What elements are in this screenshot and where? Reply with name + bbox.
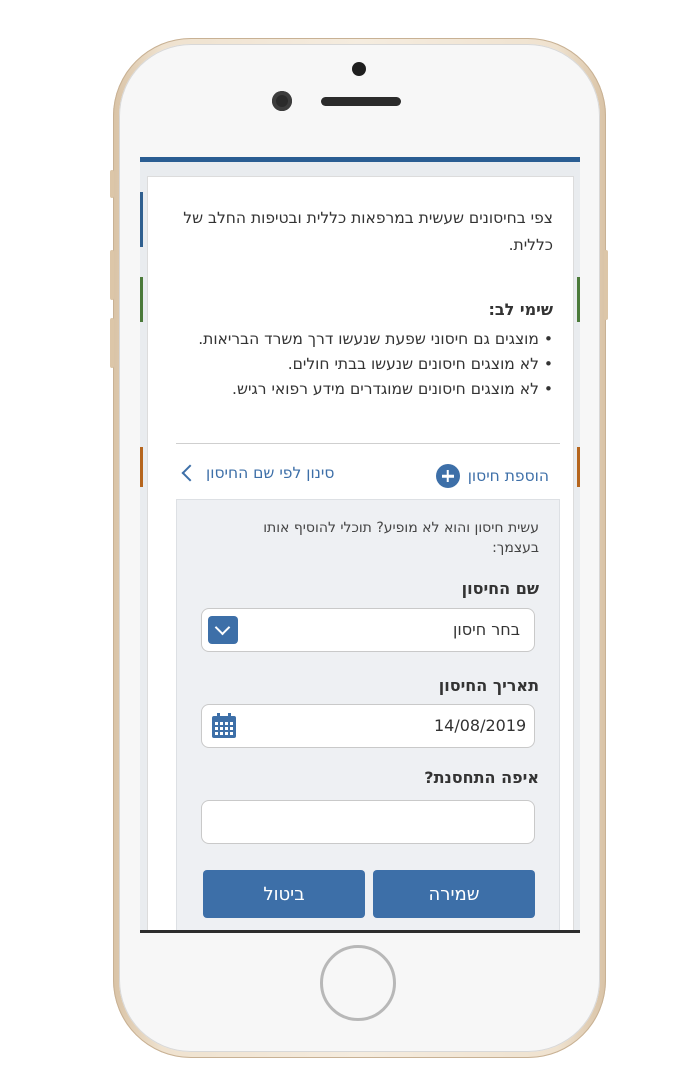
intro-text: צפי בחיסונים שעשית במרפאות כללית ובטיפות…: [183, 209, 553, 254]
notice-item: לא מוצגים חיסונים שמוגדרים מידע רפואי רג…: [153, 377, 553, 402]
add-vaccine-form: עשית חיסון והוא לא מופיע? תוכלי להוסיף א…: [176, 499, 560, 932]
front-camera-icon: [272, 91, 292, 111]
earpiece-speaker: [321, 97, 401, 106]
add-vaccine-button[interactable]: הוספת חיסון: [435, 464, 549, 488]
cancel-button[interactable]: ביטול: [203, 870, 365, 918]
vaccine-name-label: שם החיסון: [461, 579, 539, 598]
chevron-left-icon: [181, 464, 199, 482]
notice-list: מוצגים גם חיסוני שפעת שנעשו דרך משרד הבר…: [153, 327, 553, 402]
mute-switch: [110, 170, 114, 198]
notice-item: מוצגים גם חיסוני שפעת שנעשו דרך משרד הבר…: [153, 327, 553, 352]
volume-down-button: [110, 318, 114, 368]
location-input[interactable]: [201, 800, 535, 844]
side-accent-left-3: [140, 447, 143, 487]
save-button[interactable]: שמירה: [373, 870, 535, 918]
notice-title: שימי לב:: [488, 300, 553, 319]
chevron-down-icon: [214, 619, 231, 636]
filter-by-name-button[interactable]: סינון לפי שם החיסון: [180, 464, 334, 482]
proximity-sensor: [352, 62, 366, 76]
side-accent-right-1: [577, 277, 580, 322]
phone-screen: צפי בחיסונים שעשית במרפאות כללית ובטיפות…: [140, 157, 580, 932]
add-vaccine-label: הוספת חיסון: [467, 467, 549, 485]
vaccine-name-select[interactable]: בחר חיסון: [201, 608, 535, 652]
notice-item: לא מוצגים חיסונים שנעשו בבתי חולים.: [153, 352, 553, 377]
divider: [176, 443, 560, 444]
side-accent-left-1: [140, 192, 143, 247]
power-button: [604, 250, 608, 320]
side-accent-left-2: [140, 277, 143, 322]
screen-bottom-edge: [140, 930, 580, 933]
form-hint: עשית חיסון והוא לא מופיע? תוכלי להוסיף א…: [263, 520, 539, 556]
vaccine-date-field[interactable]: 14/08/2019: [201, 704, 535, 748]
side-accent-right-2: [577, 447, 580, 487]
filter-by-name-label: סינון לפי שם החיסון: [206, 464, 335, 482]
location-label: איפה התחסנת?: [424, 768, 539, 787]
vaccine-name-value: בחר חיסון: [453, 620, 520, 639]
dropdown-button[interactable]: [208, 616, 238, 644]
calendar-icon[interactable]: [210, 712, 238, 740]
vaccines-card: צפי בחיסונים שעשית במרפאות כללית ובטיפות…: [148, 177, 573, 932]
volume-up-button: [110, 250, 114, 300]
home-button[interactable]: [320, 945, 396, 1021]
plus-circle-icon: [435, 464, 460, 488]
vaccine-date-value: 14/08/2019: [434, 716, 527, 735]
save-label: שמירה: [428, 883, 480, 905]
vaccine-date-label: תאריך החיסון: [438, 676, 539, 695]
cancel-label: ביטול: [263, 883, 305, 905]
